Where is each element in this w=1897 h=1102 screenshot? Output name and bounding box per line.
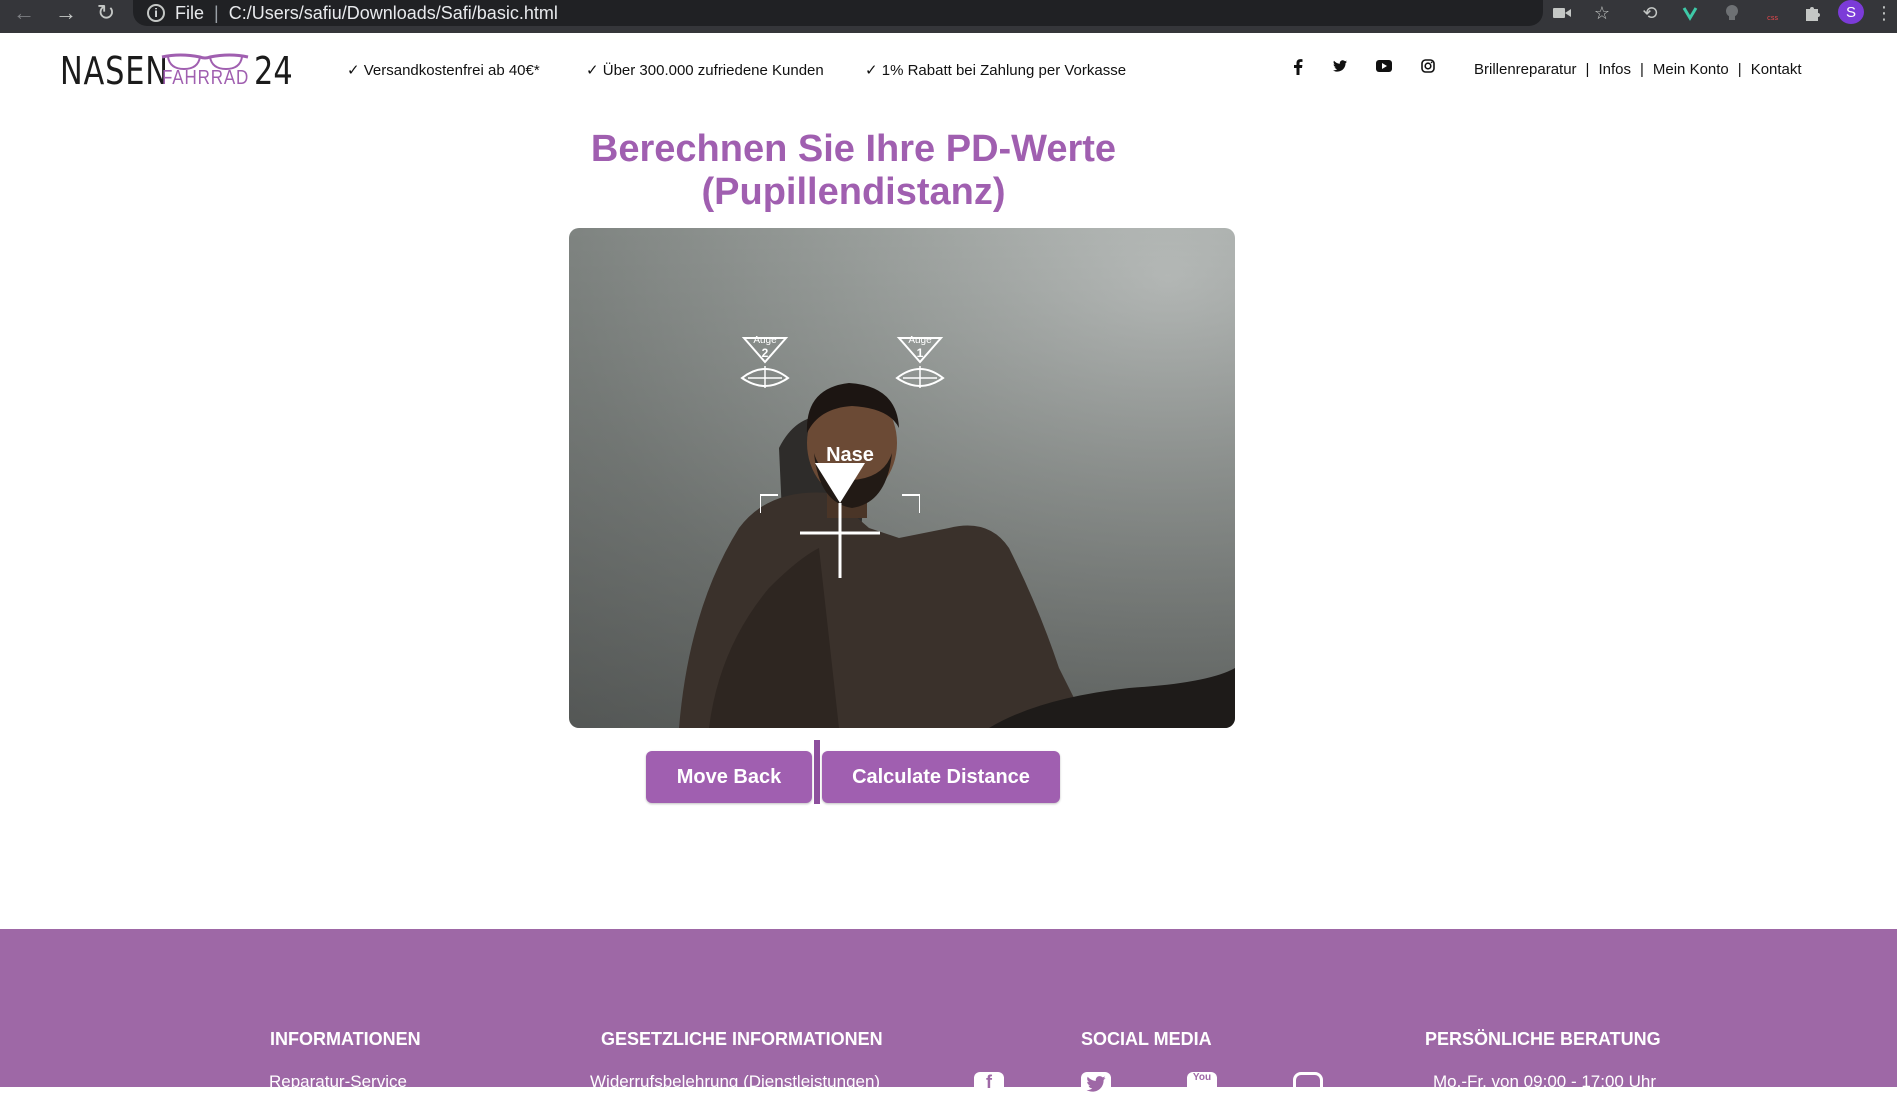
nav-mein-konto[interactable]: Mein Konto <box>1653 61 1729 78</box>
youtube-icon[interactable] <box>1373 59 1395 76</box>
action-buttons: Move Back Calculate Distance <box>646 740 1066 804</box>
usp-discount: ✓ 1% Rabatt bei Zahlung per Vorkasse <box>865 62 1127 79</box>
site-info-icon[interactable]: i <box>147 4 165 22</box>
youtube-icon-text: You <box>1192 1072 1212 1083</box>
nav-separator: | <box>1737 61 1742 78</box>
url-text[interactable]: C:/Users/safiu/Downloads/Safi/basic.html <box>229 3 558 24</box>
nav-kontakt[interactable]: Kontakt <box>1751 61 1802 78</box>
logo-text-nasen: NASEN <box>60 49 169 93</box>
site-footer: INFORMATIONEN GESETZLICHE INFORMATIONEN … <box>0 929 1897 1102</box>
usp-free-shipping: ✓ Versandkostenfrei ab 40€* <box>347 62 540 79</box>
extension-icon[interactable] <box>1676 0 1704 26</box>
usp-customers: ✓ Über 300.000 zufriedene Kunden <box>586 62 824 79</box>
nav-separator: | <box>1639 61 1644 78</box>
footer-youtube-icon[interactable]: You <box>1187 1072 1217 1102</box>
footer-link-reparatur-service[interactable]: Reparatur-Service <box>269 1072 407 1092</box>
facebook-icon[interactable] <box>1287 59 1309 79</box>
page-title-line2: (Pupillendistanz) <box>701 171 1006 213</box>
logo-text-fahrrad: FAHRRAD <box>162 67 250 89</box>
back-arrow-icon[interactable]: ← <box>4 0 44 29</box>
instagram-icon[interactable] <box>1417 59 1439 77</box>
reload-icon[interactable]: ↻ <box>86 0 126 29</box>
button-divider <box>814 740 820 804</box>
bookmark-star-icon[interactable]: ☆ <box>1588 0 1616 26</box>
page-title-line1: Berechnen Sie Ihre PD-Werte <box>590 128 1117 170</box>
nav-infos[interactable]: Infos <box>1598 61 1631 78</box>
eye-2-label: Auge <box>753 335 777 346</box>
webcam-preview: Auge 2 Auge 1 Nase <box>569 228 1235 728</box>
footer-opening-hours: Mo.-Fr. von 09:00 - 17:00 Uhr <box>1433 1072 1656 1091</box>
profile-avatar[interactable]: S <box>1838 0 1864 24</box>
menu-kebab-icon[interactable]: ⋮ <box>1874 0 1894 26</box>
lightbulb-extension-icon[interactable] <box>1718 0 1746 26</box>
footer-link-widerrufsbelehrung[interactable]: Widerrufsbelehrung (Dienstleistungen) <box>590 1072 880 1092</box>
nav-brillenreparatur[interactable]: Brillenreparatur <box>1474 61 1577 78</box>
footer-twitter-icon[interactable] <box>1081 1072 1111 1102</box>
forward-arrow-icon[interactable]: → <box>46 0 86 29</box>
eye-1-number: 1 <box>916 346 924 360</box>
logo-text-24: 24 <box>254 49 293 93</box>
eye-2-number: 2 <box>761 346 769 360</box>
url-scheme: File <box>175 2 205 23</box>
eye-1-label: Auge <box>908 335 932 346</box>
twitter-icon[interactable] <box>1329 59 1351 76</box>
svg-text:css: css <box>1767 14 1778 22</box>
top-navigation: Brillenreparatur | Infos | Mein Konto | Kontak… <box>1474 61 1802 78</box>
page-title: Berechnen Sie Ihre PD-Werte (Pupillendis… <box>540 128 1167 214</box>
move-back-button[interactable]: Move Back <box>646 751 812 803</box>
camera-icon[interactable] <box>1548 0 1576 26</box>
url-separator: | <box>214 2 219 23</box>
footer-heading-beratung: PERSÖNLICHE BERATUNG <box>1425 1029 1661 1049</box>
footer-instagram-icon[interactable] <box>1293 1072 1323 1102</box>
logo-glasses: FAHRRAD <box>160 51 250 91</box>
site-logo[interactable]: NASEN FAHRRAD 24 <box>60 51 302 91</box>
nose-marker-icon <box>760 463 920 578</box>
puzzle-extensions-icon[interactable] <box>1798 0 1826 26</box>
footer-heading-legal: GESETZLICHE INFORMATIONEN <box>601 1029 883 1049</box>
site-header: NASEN FAHRRAD 24 ✓ Versandkostenfrei ab … <box>0 33 1897 108</box>
nav-separator: | <box>1585 61 1590 78</box>
css-extension-icon[interactable]: css <box>1760 0 1788 26</box>
address-bar[interactable]: i File | C:/Users/safiu/Downloads/Safi/b… <box>133 0 1543 26</box>
browser-toolbar: ← → ↻ i File | C:/Users/safiu/Downloads/… <box>0 0 1897 33</box>
footer-facebook-icon[interactable]: f <box>974 1072 1004 1102</box>
footer-heading-social: SOCIAL MEDIA <box>1081 1029 1212 1049</box>
calculate-distance-button[interactable]: Calculate Distance <box>822 751 1060 803</box>
history-extension-icon[interactable]: ⟲ <box>1636 0 1664 26</box>
footer-heading-informationen: INFORMATIONEN <box>270 1029 421 1049</box>
